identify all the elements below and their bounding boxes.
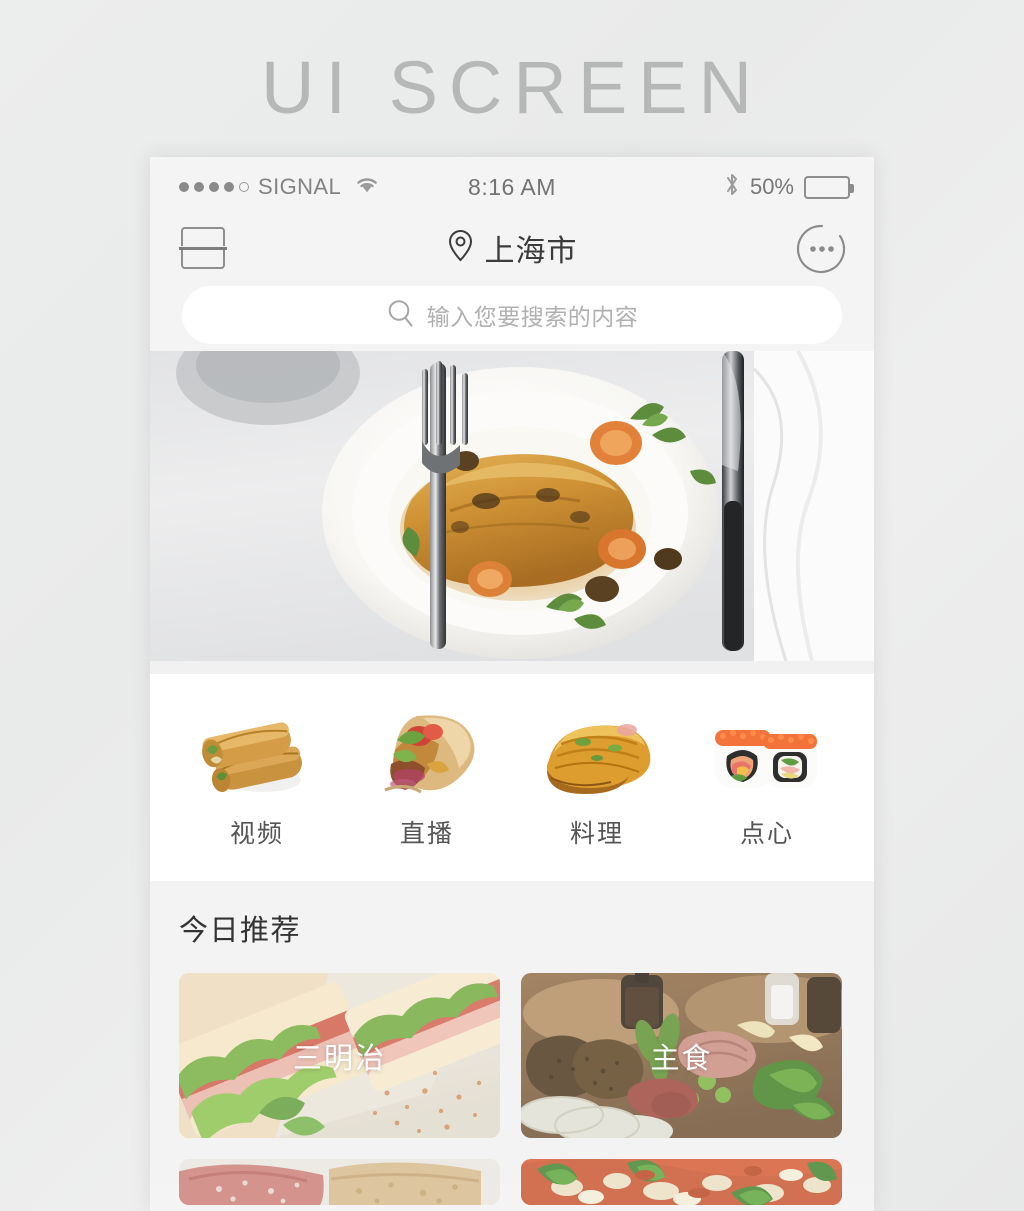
location-title: 上海市 (484, 234, 578, 269)
spring-rolls-thumb-icon (191, 706, 323, 798)
search-placeholder: 输入您要搜索的内容 (426, 305, 639, 331)
category-item-live[interactable]: 直播 (342, 706, 512, 850)
recommend-grid-row-1: 三明治 主食 (150, 973, 874, 1138)
page-title: UI SCREEN (261, 46, 763, 129)
location-selector[interactable]: 上海市 (150, 217, 874, 279)
section-title: 今日推荐 (179, 913, 302, 947)
category-label: 点心 (739, 818, 794, 848)
recommend-card-label: 主食 (650, 1040, 713, 1075)
omelette-thumb-icon (531, 706, 663, 798)
phone-frame: SIGNAL 8:16 AM 50% 上海市 输入您要搜索的内容 视频 直播 料… (150, 157, 874, 1211)
status-bar: SIGNAL 8:16 AM 50% (150, 157, 874, 217)
sushi-roll-thumb-icon (701, 706, 833, 798)
search-bar-container: 输入您要搜索的内容 (150, 279, 874, 351)
location-pin-icon (447, 229, 474, 267)
recommend-card-label (179, 1159, 500, 1205)
hero-banner[interactable] (150, 351, 874, 661)
bluetooth-icon (724, 171, 740, 203)
battery-percent-label: 50% (749, 174, 794, 199)
recommend-card-label (521, 1159, 842, 1205)
wrap-sandwich-thumb-icon (361, 706, 493, 798)
category-label: 视频 (229, 818, 284, 848)
recommend-grid-row-2 (150, 1159, 874, 1205)
recommend-section: 今日推荐 三明治 主食 (150, 881, 874, 1205)
category-item-video[interactable]: 视频 (172, 706, 342, 850)
search-input[interactable]: 输入您要搜索的内容 (182, 286, 842, 344)
hero-divider (150, 661, 874, 674)
recommend-card-pizza[interactable] (521, 1159, 842, 1205)
search-icon (386, 298, 416, 333)
recommend-card-sandwich[interactable]: 三明治 (179, 973, 500, 1138)
category-item-cuisine[interactable]: 料理 (512, 706, 682, 850)
category-row: 视频 直播 料理 点心 (150, 674, 874, 881)
more-dots-circle-icon[interactable] (796, 223, 848, 275)
hero-image (150, 351, 874, 661)
recommend-card-staple[interactable]: 主食 (521, 973, 842, 1138)
category-label: 料理 (569, 818, 624, 848)
category-item-dimsum[interactable]: 点心 (682, 706, 852, 850)
recommend-card-label: 三明治 (292, 1040, 386, 1075)
category-label: 直播 (399, 818, 454, 848)
battery-icon (804, 175, 854, 199)
battery-nub (850, 183, 854, 193)
status-bar-right: 50% (724, 157, 854, 217)
recommend-card-salami[interactable] (179, 1159, 500, 1205)
navigation-bar: 上海市 (150, 217, 874, 279)
